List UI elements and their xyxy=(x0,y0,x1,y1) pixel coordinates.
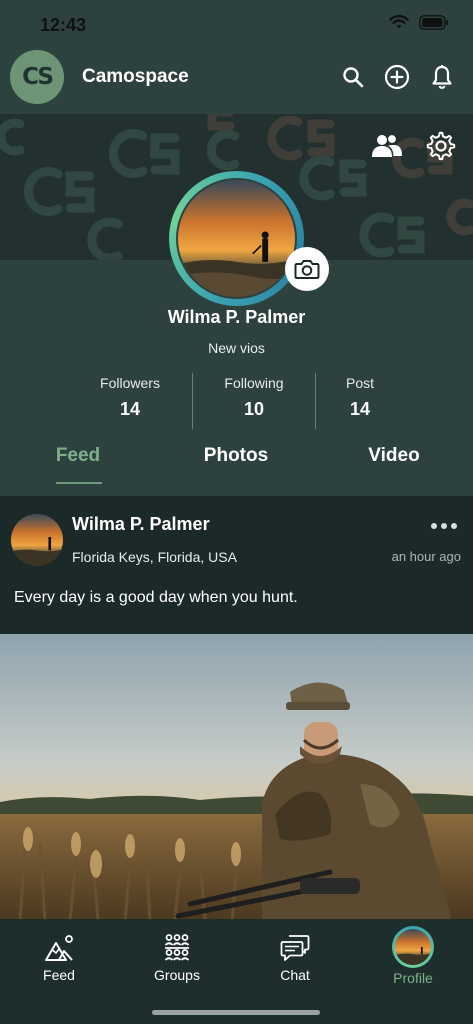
nav-label: Chat xyxy=(280,967,310,983)
app-header: CS Camospace xyxy=(0,42,473,114)
post-timestamp: an hour ago xyxy=(391,549,461,564)
status-time: 12:43 xyxy=(40,15,87,35)
status-icons xyxy=(389,14,449,30)
stat-value: 14 xyxy=(119,399,141,419)
stat-divider xyxy=(315,373,316,429)
profile-bio: New vios xyxy=(208,340,265,356)
profile-name: Wilma P. Palmer xyxy=(167,307,306,327)
stat-divider xyxy=(192,373,193,429)
avatar-photo xyxy=(178,180,295,297)
post-location: Florida Keys, Florida, USA xyxy=(72,549,237,565)
app-logo[interactable]: CS xyxy=(10,50,64,104)
add-circle-icon[interactable] xyxy=(384,64,410,90)
profile-avatar[interactable] xyxy=(169,171,304,306)
nav-feed[interactable]: Feed xyxy=(19,931,99,983)
gear-icon[interactable] xyxy=(425,130,457,162)
bottom-navigation: Feed Groups Chat Profile xyxy=(0,919,473,1024)
post-avatar-photo xyxy=(11,514,63,566)
tab-photos[interactable]: Photos xyxy=(186,445,286,467)
app-title: Camospace xyxy=(82,66,189,87)
nav-chat[interactable]: Chat xyxy=(255,931,335,983)
change-photo-button[interactable] xyxy=(285,247,329,291)
stat-label: Following xyxy=(224,375,284,391)
users-icon[interactable] xyxy=(371,130,403,162)
bell-icon[interactable] xyxy=(429,64,455,90)
stat-label: Post xyxy=(345,375,374,391)
stat-label: Followers xyxy=(100,375,160,391)
nav-groups[interactable]: Groups xyxy=(137,931,217,983)
active-tab-indicator xyxy=(56,482,102,484)
more-options-icon[interactable] xyxy=(431,520,457,532)
nav-profile[interactable]: Profile xyxy=(373,926,453,986)
stat-value: 14 xyxy=(349,399,371,419)
stat-following[interactable]: Following 10 xyxy=(214,375,294,420)
feed-post: Wilma P. Palmer Florida Keys, Florida, U… xyxy=(0,496,473,921)
post-text: Every day is a good day when you hunt. xyxy=(14,589,298,606)
groups-icon xyxy=(137,931,217,965)
avatar xyxy=(392,926,434,968)
tab-video[interactable]: Video xyxy=(344,445,444,467)
post-author-name[interactable]: Wilma P. Palmer xyxy=(72,514,210,535)
tab-feed[interactable]: Feed xyxy=(28,445,128,467)
mountain-icon xyxy=(19,931,99,965)
logo-text: CS xyxy=(22,64,54,90)
stat-value: 10 xyxy=(243,399,265,419)
nav-label: Profile xyxy=(393,970,433,986)
nav-label: Feed xyxy=(43,967,75,983)
wifi-icon xyxy=(389,14,409,29)
battery-icon xyxy=(419,14,449,30)
stat-followers[interactable]: Followers 14 xyxy=(90,375,170,420)
home-indicator xyxy=(152,1010,320,1015)
chat-icon xyxy=(255,931,335,965)
post-image[interactable] xyxy=(0,634,473,921)
camera-icon xyxy=(294,260,320,279)
stat-posts[interactable]: Post 14 xyxy=(320,375,400,420)
search-icon[interactable] xyxy=(340,64,366,90)
nav-avatar-photo xyxy=(395,929,431,965)
post-author-avatar[interactable] xyxy=(11,514,63,566)
nav-label: Groups xyxy=(154,967,200,983)
